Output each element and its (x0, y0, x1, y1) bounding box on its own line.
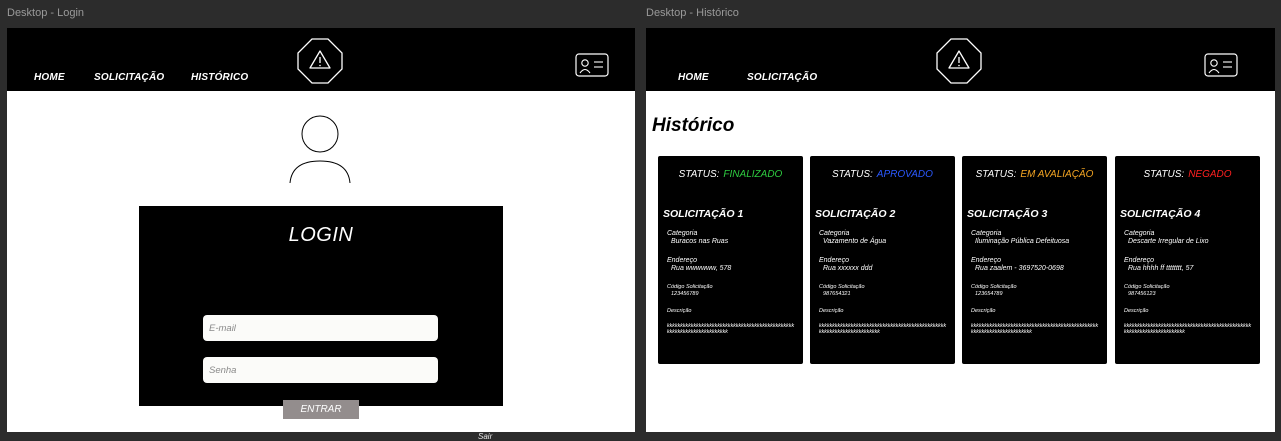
user-avatar-icon (289, 115, 351, 184)
category-value: Buracos nas Ruas (671, 238, 729, 245)
category-value: Vazamento de Água (823, 238, 887, 245)
description-label: Descrição (1124, 308, 1149, 314)
request-title: SOLICITAÇÃO 1 (663, 208, 744, 220)
request-title: SOLICITAÇÃO 2 (815, 208, 896, 220)
code-value: 123456789 (671, 291, 699, 297)
code-value: 123654789 (975, 291, 1003, 297)
history-frame-label: Desktop - Histórico (646, 7, 739, 19)
address-label: Endereço (819, 257, 849, 264)
address-label: Endereço (667, 257, 697, 264)
code-label: Código Solicitação (971, 284, 1017, 290)
request-card[interactable]: STATUS: NEGADO SOLICITAÇÃO 4 Categoria Desca… (1115, 156, 1260, 364)
address-value: Rua xxxxxx ddd (823, 265, 873, 272)
page-title: Histórico (652, 115, 735, 136)
code-value: 987654321 (823, 291, 851, 297)
code-label: Código Solicitação (819, 284, 865, 290)
category-label: Categoria (1124, 230, 1155, 237)
nav-home[interactable]: HOME (34, 72, 65, 83)
status-row: STATUS: FINALIZADO (658, 169, 803, 180)
code-value: 987456123 (1128, 291, 1156, 297)
status-row: STATUS: NEGADO (1115, 169, 1260, 180)
address-value: Rua zaalem - 3697520-0698 (975, 265, 1064, 272)
profile-card-icon[interactable] (1204, 53, 1238, 77)
code-label: Código Solicitação (1124, 284, 1170, 290)
request-card[interactable]: STATUS: EM AVALIAÇÃO SOLICITAÇÃO 3 Categori… (962, 156, 1107, 364)
login-frame: HOME SOLICITAÇÃO HISTÓRICO LOGIN ENTRAR (7, 28, 635, 432)
email-field[interactable] (203, 315, 438, 341)
login-title: LOGIN (288, 224, 354, 246)
enter-button[interactable]: ENTRAR (283, 400, 359, 419)
description-label: Descrição (819, 308, 844, 314)
status-badge: FINALIZADO (723, 169, 783, 180)
category-label: Categoria (971, 230, 1002, 237)
description-value: kkkkkkkkkkkkkkkkkkkkkkkkkkkkkkkkkkkkkkkk… (971, 323, 1099, 335)
status-badge: EM AVALIAÇÃO (1020, 169, 1094, 180)
warning-logo-icon[interactable] (296, 37, 344, 85)
history-frame: HOME SOLICITAÇÃO Histórico STATUS: FINALI… (646, 28, 1275, 432)
nav-historico[interactable]: HISTÓRICO (191, 72, 248, 83)
category-label: Categoria (667, 230, 698, 237)
status-badge: APROVADO (876, 169, 933, 180)
category-value: Iluminação Pública Defeituosa (975, 238, 1070, 245)
password-field[interactable] (203, 357, 438, 383)
nav-home[interactable]: HOME (678, 72, 709, 83)
category-label: Categoria (819, 230, 850, 237)
nav-solicitacao[interactable]: SOLICITAÇÃO (94, 72, 164, 83)
description-label: Descrição (667, 308, 692, 314)
status-label: STATUS: (975, 169, 1017, 180)
request-card[interactable]: STATUS: FINALIZADO SOLICITAÇÃO 1 Categoria B… (658, 156, 803, 364)
login-frame-label: Desktop - Login (7, 7, 85, 19)
description-value: kkkkkkkkkkkkkkkkkkkkkkkkkkkkkkkkkkkkkkkk… (667, 323, 795, 335)
description-label: Descrição (971, 308, 996, 314)
request-title: SOLICITAÇÃO 4 (1120, 208, 1201, 220)
status-label: STATUS: (1143, 169, 1185, 180)
nav-solicitacao[interactable]: SOLICITAÇÃO (747, 72, 817, 83)
request-card[interactable]: STATUS: APROVADO SOLICITAÇÃO 2 Categoria Vaz… (810, 156, 955, 364)
address-value: Rua hhhh ff tttttttt, 57 (1128, 265, 1194, 272)
request-title: SOLICITAÇÃO 3 (967, 208, 1048, 220)
address-label: Endereço (971, 257, 1001, 264)
status-badge: NEGADO (1188, 169, 1232, 180)
description-value: kkkkkkkkkkkkkkkkkkkkkkkkkkkkkkkkkkkkkkkk… (819, 323, 947, 335)
exit-link[interactable]: Sair (478, 432, 492, 441)
description-value: kkkkkkkkkkkkkkkkkkkkkkkkkkkkkkkkkkkkkkkk… (1124, 323, 1252, 335)
login-box: LOGIN (139, 206, 503, 406)
address-label: Endereço (1124, 257, 1154, 264)
code-label: Código Solicitação (667, 284, 713, 290)
warning-logo-icon[interactable] (935, 37, 983, 85)
status-row: STATUS: APROVADO (810, 169, 955, 180)
navbar: HOME SOLICITAÇÃO HISTÓRICO (7, 28, 635, 91)
category-value: Descarte Irregular de Lixo (1128, 238, 1209, 245)
profile-card-icon[interactable] (575, 53, 609, 77)
navbar: HOME SOLICITAÇÃO (646, 28, 1275, 91)
address-value: Rua wwwwww, 578 (671, 265, 732, 272)
status-row: STATUS: EM AVALIAÇÃO (962, 169, 1107, 180)
status-label: STATUS: (678, 169, 720, 180)
status-label: STATUS: (832, 169, 873, 180)
